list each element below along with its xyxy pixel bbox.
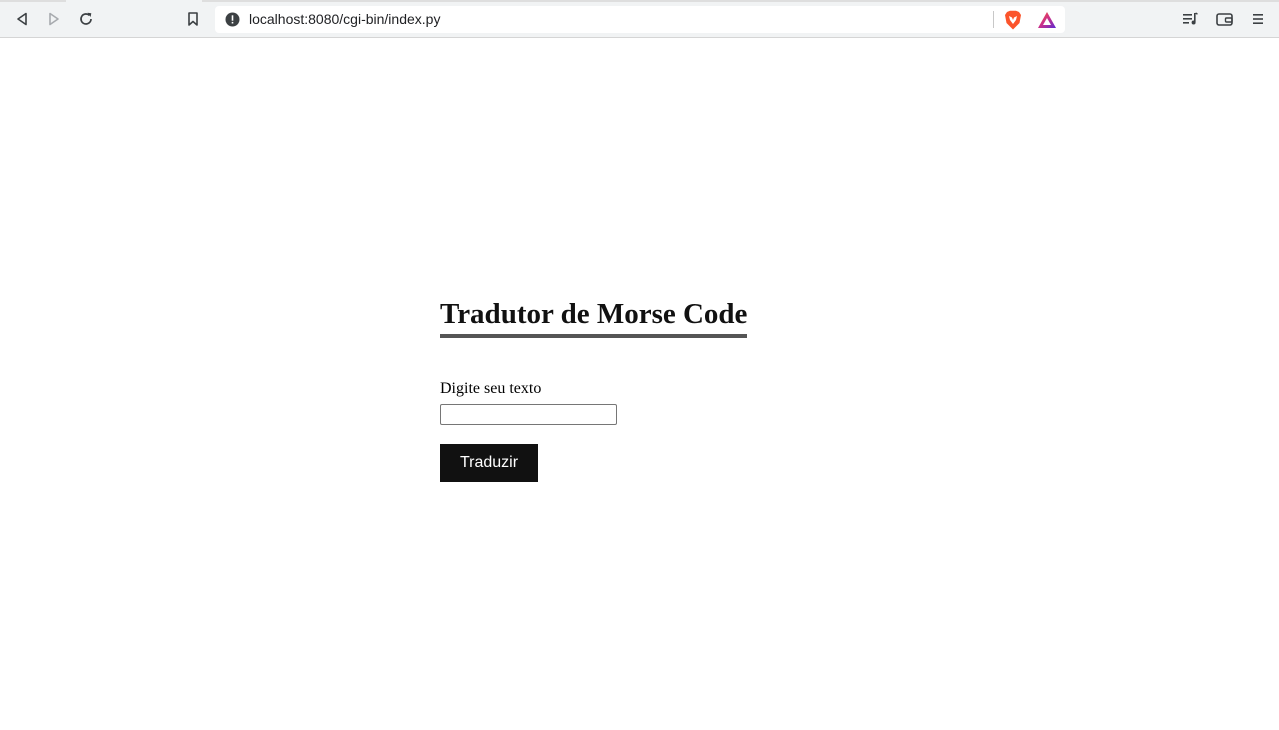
back-arrow-icon[interactable] [12, 9, 32, 29]
translate-button[interactable]: Traduzir [440, 444, 538, 482]
url-bar-divider [993, 11, 994, 28]
brave-shields-icon[interactable] [1004, 10, 1022, 30]
tab-strip-edge [0, 0, 1279, 2]
menu-icon[interactable] [1248, 9, 1268, 29]
browser-toolbar: localhost:8080/cgi-bin/index.py [0, 0, 1279, 38]
site-info-icon[interactable] [225, 12, 240, 27]
text-input-label: Digite seu texto [440, 380, 542, 397]
bookmark-icon[interactable] [183, 9, 203, 29]
reload-icon[interactable] [76, 9, 96, 29]
morse-translator-form: Tradutor de Morse Code Digite seu texto … [440, 295, 748, 482]
brave-rewards-icon[interactable] [1037, 11, 1057, 29]
address-bar[interactable]: localhost:8080/cgi-bin/index.py [215, 6, 1065, 33]
page-title: Tradutor de Morse Code [440, 295, 748, 338]
text-input[interactable] [440, 404, 617, 425]
wallet-icon[interactable] [1214, 9, 1234, 29]
forward-arrow-icon[interactable] [44, 9, 64, 29]
playlist-icon[interactable] [1180, 9, 1200, 29]
url-text[interactable]: localhost:8080/cgi-bin/index.py [249, 6, 440, 33]
